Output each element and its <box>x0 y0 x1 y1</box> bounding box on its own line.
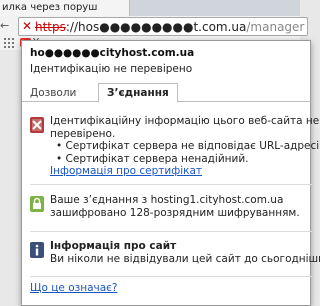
what-does-this-mean-link[interactable]: Що це означає? <box>30 282 117 294</box>
identity-bullet-untrusted: • Сертифікат сервера ненадійний. <box>56 152 249 165</box>
url-path: /manager <box>246 20 305 34</box>
tab-title: илка через поруш <box>2 2 98 13</box>
identity-error-icon <box>30 117 44 133</box>
certificate-info-link[interactable]: Інформація про сертифікат <box>50 165 310 178</box>
back-arrow-icon[interactable]: ← <box>0 18 12 34</box>
divider <box>30 231 312 232</box>
tab-strip: илка через поруш <box>0 0 300 16</box>
site-host: ho●●●●●●cityhost.com.ua <box>30 47 195 59</box>
encryption-text-line1: Ваше з’єднання з hosting1.cityhost.com.u… <box>50 194 284 206</box>
divider <box>30 276 312 277</box>
identity-bullet-url-mismatch: • Сертифікат сервера не відповідає URL-а… <box>56 140 320 152</box>
site-info-text: Ви ніколи не відвідували цей сайт до сьо… <box>50 252 320 265</box>
identity-text-line1: Ідентифікаційну інформацію цього веб-сай… <box>50 115 320 127</box>
url-separator: :// <box>65 20 79 34</box>
apps-grid-icon[interactable] <box>3 37 15 49</box>
url-host: hos●●●●●●●●●t.com.ua <box>78 20 247 34</box>
url-text[interactable]: https://hos●●●●●●●●●t.com.ua/manager <box>35 19 304 35</box>
encryption-text-line2: зашифровано 128-розрядним шифруванням. <box>50 206 300 219</box>
address-bar[interactable]: ✕ https://hos●●●●●●●●●t.com.ua/manager <box>18 17 308 36</box>
encryption-section: Ваше з’єднання з hosting1.cityhost.com.u… <box>30 194 305 224</box>
site-identity-status: Ідентифікацію не перевірено <box>30 63 193 75</box>
help-section: Що це означає? <box>30 282 305 296</box>
tab-connection[interactable]: З’єднання <box>98 83 178 103</box>
site-info-popup: ho●●●●●●cityhost.com.ua Ідентифікацію не… <box>21 40 320 306</box>
url-scheme: https <box>35 20 66 34</box>
browser-tab[interactable]: илка через поруш <box>0 0 130 16</box>
broken-lock-icon[interactable]: ✕ <box>22 20 33 33</box>
site-info-section: Інформація про сайт Ви ніколи не відвіду… <box>30 240 320 270</box>
tab-permissions[interactable]: Дозволи <box>30 85 76 101</box>
green-lock-icon <box>30 196 44 212</box>
info-icon <box>30 242 44 258</box>
divider <box>30 184 312 185</box>
popup-tabs: Дозволи З’єднання <box>22 79 312 103</box>
site-info-title: Інформація про сайт <box>50 240 177 252</box>
identity-section: Ідентифікаційну інформацію цього веб-сай… <box>30 115 320 177</box>
identity-text-line2: перевірено. <box>50 127 116 140</box>
